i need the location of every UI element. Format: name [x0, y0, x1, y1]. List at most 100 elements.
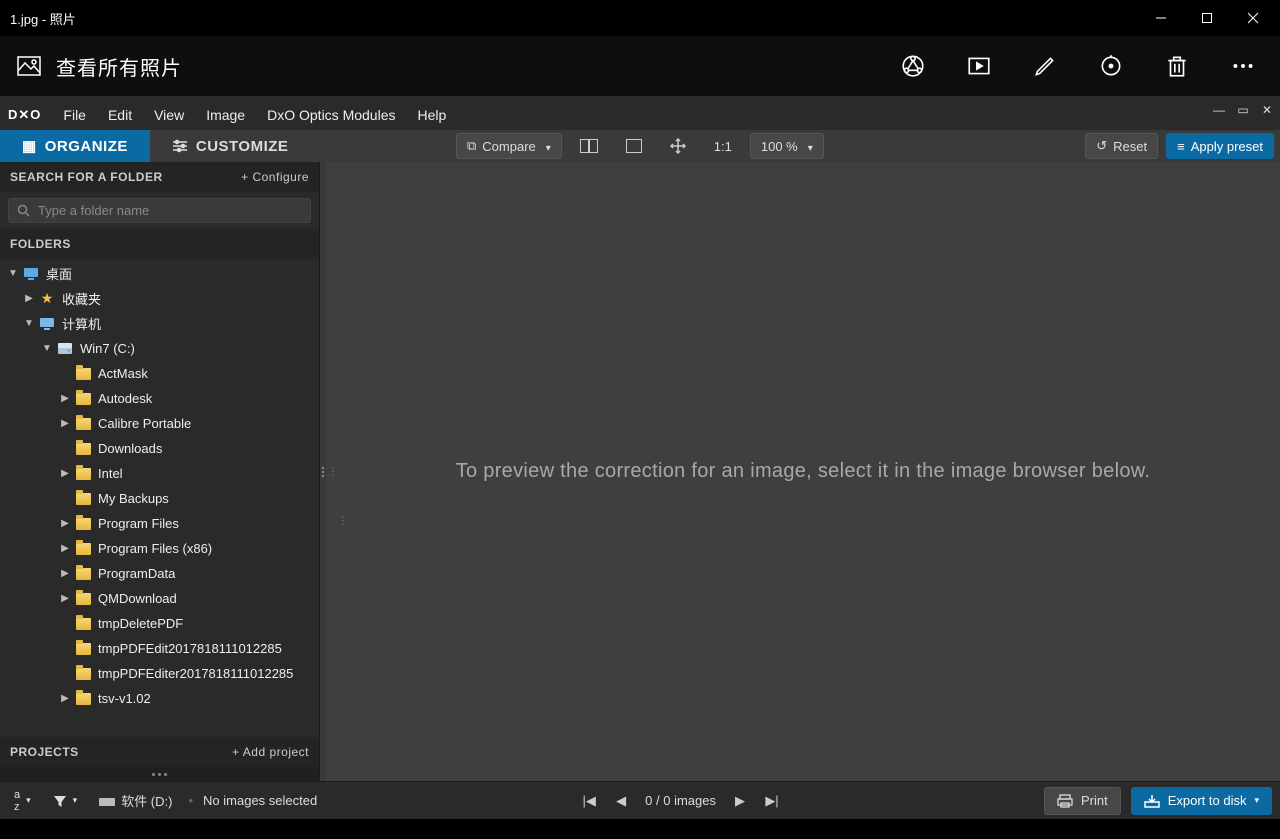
- dxo-maximize-button[interactable]: ▭: [1234, 102, 1252, 118]
- tab-organize-label: ORGANIZE: [45, 138, 128, 155]
- one-to-one-button[interactable]: 1:1: [704, 133, 742, 159]
- compare-icon: ⧉: [467, 138, 476, 154]
- first-image-button[interactable]: |◀: [581, 793, 597, 809]
- folder-icon: [74, 416, 92, 432]
- menu-optics[interactable]: DxO Optics Modules: [257, 103, 405, 127]
- tree-folder[interactable]: Downloads: [0, 436, 319, 461]
- reset-button[interactable]: ↺ Reset: [1085, 133, 1158, 159]
- tree-folder-label: tmpPDFEdit2017818111012285: [98, 641, 282, 656]
- desktop-icon: [22, 266, 40, 282]
- expand-icon[interactable]: ▶: [22, 293, 36, 304]
- menu-file[interactable]: File: [53, 103, 96, 127]
- tree-root[interactable]: ▼ 桌面: [0, 261, 319, 286]
- star-icon: ★: [38, 291, 56, 307]
- left-panel: SEARCH FOR A FOLDER + Configure FOLDERS …: [0, 162, 320, 781]
- splitter-handle-icon[interactable]: ⋮: [338, 516, 350, 527]
- tree-folder[interactable]: ▶ Program Files (x86): [0, 536, 319, 561]
- menu-view[interactable]: View: [144, 103, 194, 127]
- tree-folder[interactable]: ▶ Program Files: [0, 511, 319, 536]
- folder-icon: [74, 591, 92, 607]
- expand-icon[interactable]: ▶: [58, 693, 72, 704]
- rotate-icon[interactable]: [1098, 53, 1124, 79]
- expand-icon[interactable]: ▶: [58, 418, 72, 429]
- tree-folder[interactable]: My Backups: [0, 486, 319, 511]
- maximize-button[interactable]: [1184, 0, 1230, 36]
- configure-link[interactable]: + Configure: [241, 170, 309, 184]
- tree-folder[interactable]: ▶ QMDownload: [0, 586, 319, 611]
- dxo-close-button[interactable]: ✕: [1258, 102, 1276, 118]
- add-project-link[interactable]: + Add project: [232, 745, 309, 759]
- tree-folder[interactable]: ▶tsv-v1.02: [0, 686, 319, 711]
- folder-tree[interactable]: ▼ 桌面 ▶ ★ 收藏夹 ▼ 计算机 ▼ Win7 (C:): [0, 259, 319, 737]
- collapse-icon[interactable]: ▼: [40, 343, 54, 354]
- status-path: 软件 (D:): [93, 787, 178, 814]
- tree-folder[interactable]: ▶Intel: [0, 461, 319, 486]
- folder-icon: [74, 366, 92, 382]
- edit-icon[interactable]: [1032, 53, 1058, 79]
- dxo-minimize-button[interactable]: —: [1210, 102, 1228, 118]
- expand-icon[interactable]: ▶: [58, 593, 72, 604]
- delete-icon[interactable]: [1164, 53, 1190, 79]
- export-button[interactable]: Export to disk ▾: [1131, 787, 1272, 815]
- share-icon[interactable]: [900, 53, 926, 79]
- tree-folder[interactable]: tmpDeletePDF: [0, 611, 319, 636]
- zoom-dropdown[interactable]: 100 %: [750, 133, 824, 159]
- tree-root-label: 桌面: [46, 264, 72, 283]
- tree-folder-label: Program Files: [98, 516, 179, 531]
- view-all-photos[interactable]: 查看所有照片: [56, 52, 182, 81]
- chevron-down-icon: [542, 139, 551, 154]
- bottom-strip: [0, 819, 1280, 839]
- tab-organize[interactable]: ▦ ORGANIZE: [0, 130, 150, 162]
- tree-folder-label: Program Files (x86): [98, 541, 212, 556]
- folder-search[interactable]: [8, 198, 311, 223]
- collapse-icon[interactable]: ▼: [6, 268, 20, 279]
- tree-folder[interactable]: tmpPDFEditer2017818111012285: [0, 661, 319, 686]
- tree-favorites[interactable]: ▶ ★ 收藏夹: [0, 286, 319, 311]
- apply-preset-button[interactable]: ≡ Apply preset: [1166, 133, 1274, 159]
- search-input[interactable]: [38, 203, 302, 218]
- chevron-down-icon: [804, 139, 813, 154]
- folder-icon: [74, 466, 92, 482]
- print-icon: [1057, 794, 1073, 808]
- expand-icon[interactable]: ▶: [58, 543, 72, 554]
- window-title: 1.jpg - 照片: [10, 9, 1138, 28]
- menu-image[interactable]: Image: [196, 103, 255, 127]
- expand-icon[interactable]: ▶: [58, 393, 72, 404]
- last-image-button[interactable]: ▶|: [764, 793, 780, 809]
- folder-icon: [74, 391, 92, 407]
- folder-icon: [74, 566, 92, 582]
- menu-edit[interactable]: Edit: [98, 103, 142, 127]
- expand-icon[interactable]: ▶: [58, 468, 72, 479]
- sort-button[interactable]: az▾: [8, 785, 37, 817]
- tree-folder[interactable]: ▶ProgramData: [0, 561, 319, 586]
- tree-folder[interactable]: ▶Autodesk: [0, 386, 319, 411]
- menu-help[interactable]: Help: [407, 103, 456, 127]
- single-view-button[interactable]: [616, 133, 652, 159]
- search-header-label: SEARCH FOR A FOLDER: [10, 170, 163, 184]
- slideshow-icon[interactable]: [966, 53, 992, 79]
- minimize-button[interactable]: [1138, 0, 1184, 36]
- tree-folder-label: My Backups: [98, 491, 169, 506]
- tree-folder[interactable]: tmpPDFEdit2017818111012285: [0, 636, 319, 661]
- collapse-icon[interactable]: ▼: [22, 318, 36, 329]
- split-view-button[interactable]: [570, 133, 608, 159]
- filter-button[interactable]: ▾: [47, 790, 84, 812]
- expand-icon[interactable]: ▶: [58, 568, 72, 579]
- next-image-button[interactable]: ▶: [732, 793, 748, 809]
- tab-customize[interactable]: CUSTOMIZE: [150, 130, 311, 162]
- tree-drive[interactable]: ▼ Win7 (C:): [0, 336, 319, 361]
- print-button[interactable]: Print: [1044, 787, 1121, 815]
- more-icon[interactable]: [1230, 53, 1256, 79]
- expand-icon[interactable]: ▶: [58, 518, 72, 529]
- tree-folder[interactable]: ActMask: [0, 361, 319, 386]
- tree-folder[interactable]: ▶Calibre Portable: [0, 411, 319, 436]
- prev-image-button[interactable]: ◀: [613, 793, 629, 809]
- tree-folder-label: QMDownload: [98, 591, 177, 606]
- sliders-icon: [172, 139, 188, 153]
- tree-computer[interactable]: ▼ 计算机: [0, 311, 319, 336]
- close-button[interactable]: [1230, 0, 1276, 36]
- splitter-handle-icon[interactable]: ⋮: [328, 466, 340, 477]
- compare-button[interactable]: ⧉ Compare: [456, 133, 562, 159]
- panel-drag-handle[interactable]: [0, 767, 319, 781]
- move-tool-button[interactable]: [660, 133, 696, 159]
